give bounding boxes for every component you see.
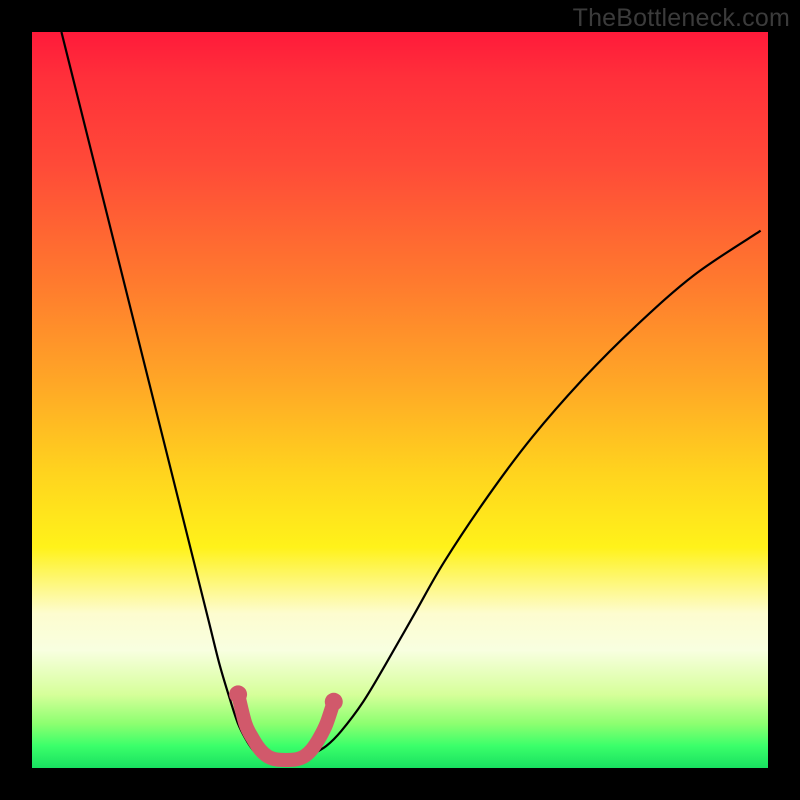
watermark-text: TheBottleneck.com [573, 4, 790, 33]
left-curve [61, 32, 260, 755]
chart-frame: TheBottleneck.com [0, 0, 800, 800]
optimal-region-dot [325, 693, 343, 711]
optimal-region-curve [238, 694, 334, 760]
chart-svg [32, 32, 768, 768]
optimal-region-dot [229, 685, 247, 703]
plot-area [32, 32, 768, 768]
right-curve [312, 231, 761, 755]
